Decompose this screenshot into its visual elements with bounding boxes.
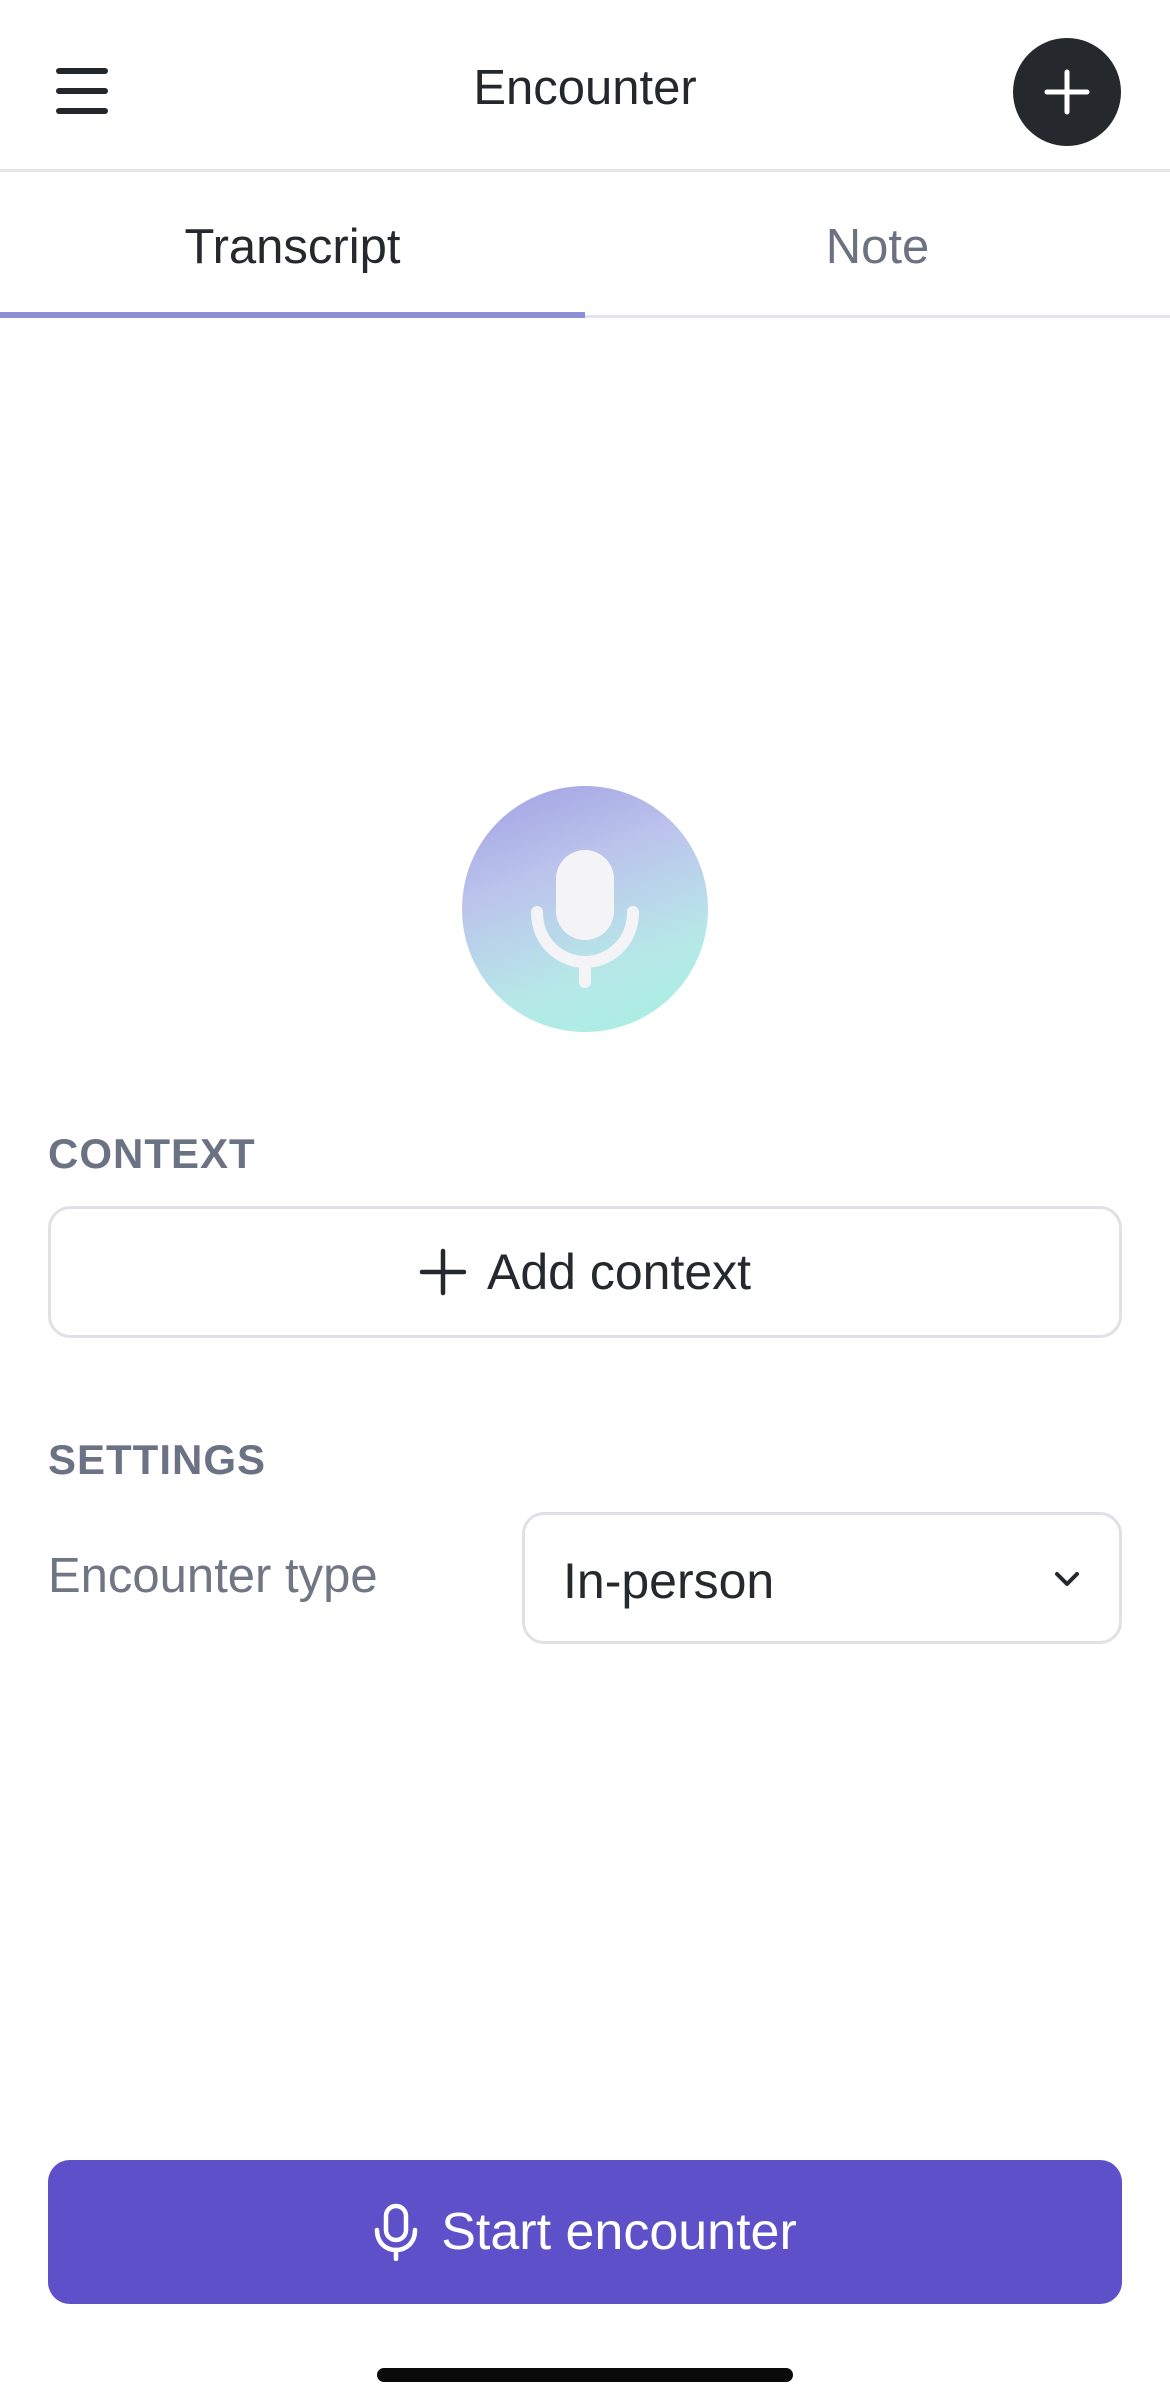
start-encounter-label: Start encounter	[441, 2203, 797, 2261]
microphone-hero	[462, 786, 708, 1032]
plus-icon	[419, 1248, 467, 1296]
encounter-type-label: Encounter type	[48, 1549, 378, 1603]
add-context-label: Add context	[486, 1244, 752, 1300]
tab-note[interactable]: Note	[585, 172, 1170, 318]
tab-bar: Transcript Note	[0, 172, 1170, 318]
top-header: Encounter	[0, 0, 1170, 172]
new-encounter-button[interactable]	[1013, 38, 1121, 146]
active-tab-indicator	[0, 312, 585, 318]
start-encounter-button[interactable]: Start encounter	[48, 2160, 1122, 2304]
home-indicator	[377, 2368, 793, 2382]
microphone-icon	[374, 2203, 418, 2261]
page-title: Encounter	[473, 61, 697, 115]
settings-section-label: SETTINGS	[48, 1436, 267, 1483]
add-context-button[interactable]: Add context	[48, 1206, 1122, 1338]
context-section-label: CONTEXT	[48, 1130, 256, 1177]
encounter-type-value: In-person	[563, 1553, 775, 1609]
plus-icon	[1044, 69, 1090, 115]
microphone-icon	[531, 850, 639, 988]
tab-transcript[interactable]: Transcript	[0, 172, 585, 318]
encounter-type-select[interactable]: In-person	[522, 1512, 1122, 1644]
chevron-down-icon	[1055, 1572, 1079, 1586]
